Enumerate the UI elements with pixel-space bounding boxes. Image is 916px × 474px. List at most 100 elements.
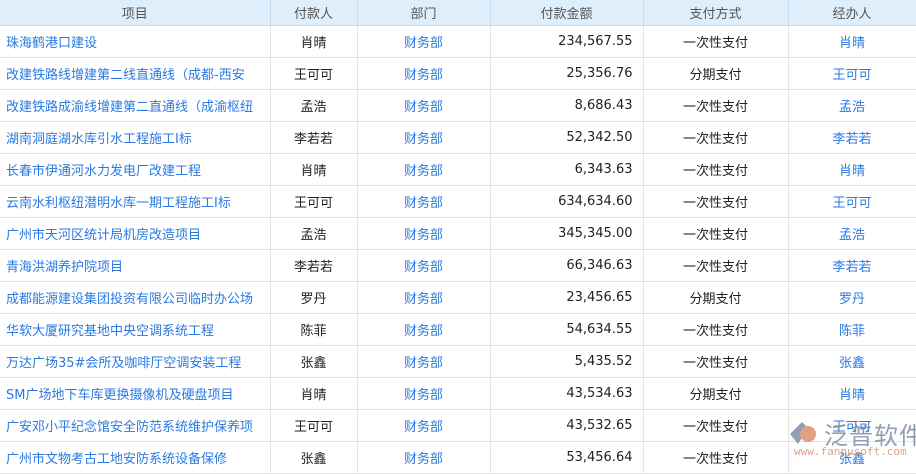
payer: 张鑫 xyxy=(270,345,358,378)
amount: 8,686.43 xyxy=(490,89,644,122)
project-link[interactable]: 万达广场35#会所及咖啡厅空调安装工程 xyxy=(0,345,271,378)
table-row[interactable]: 青海洪湖养护院项目 李若若 财务部 66,346.63 一次性支付 李若若 xyxy=(0,249,916,282)
handler-link[interactable]: 罗丹 xyxy=(788,281,916,314)
table-header: 项目 付款人 部门 付款金额 支付方式 经办人 xyxy=(0,0,916,26)
handler-link[interactable]: 李若若 xyxy=(788,121,916,154)
handler-link[interactable]: 肖晴 xyxy=(788,377,916,410)
payer: 王可可 xyxy=(270,57,358,90)
payment-method: 一次性支付 xyxy=(643,217,789,250)
payer: 孟浩 xyxy=(270,89,358,122)
department-link[interactable]: 财务部 xyxy=(357,57,491,90)
payment-method: 分期支付 xyxy=(643,57,789,90)
payment-method: 一次性支付 xyxy=(643,313,789,346)
project-link[interactable]: 青海洪湖养护院项目 xyxy=(0,249,271,282)
header-department[interactable]: 部门 xyxy=(357,0,491,26)
payer: 王可可 xyxy=(270,409,358,442)
amount: 234,567.55 xyxy=(490,25,644,58)
amount: 66,346.63 xyxy=(490,249,644,282)
handler-link[interactable]: 孟浩 xyxy=(788,217,916,250)
table-row[interactable]: 长春市伊通河水力发电厂改建工程 肖晴 财务部 6,343.63 一次性支付 肖晴 xyxy=(0,153,916,186)
table-row[interactable]: 广州市文物考古工地安防系统设备保修 张鑫 财务部 53,456.64 一次性支付 张鑫 xyxy=(0,441,916,474)
amount: 345,345.00 xyxy=(490,217,644,250)
handler-link[interactable]: 陈菲 xyxy=(788,313,916,346)
table-row[interactable]: SM广场地下车库更换摄像机及硬盘项目 肖晴 财务部 43,534.63 分期支付 肖晴 xyxy=(0,377,916,410)
department-link[interactable]: 财务部 xyxy=(357,281,491,314)
project-link[interactable]: 湖南洞庭湖水库引水工程施工I标 xyxy=(0,121,271,154)
department-link[interactable]: 财务部 xyxy=(357,121,491,154)
project-link[interactable]: 华软大厦研究基地中央空调系统工程 xyxy=(0,313,271,346)
project-link[interactable]: 成都能源建设集团投资有限公司临时办公场 xyxy=(0,281,271,314)
handler-link[interactable]: 王可可 xyxy=(788,185,916,218)
payment-method: 一次性支付 xyxy=(643,441,789,474)
table-row[interactable]: 云南水利枢纽潜明水库一期工程施工I标 王可可 财务部 634,634.60 一次性支付王… xyxy=(0,185,916,218)
header-amount[interactable]: 付款金额 xyxy=(490,0,644,26)
table-row[interactable]: 改建铁路成渝线增建第二直通线（成渝枢纽 孟浩 财务部 8,686.43 一次性支付 孟浩 xyxy=(0,89,916,122)
amount: 52,342.50 xyxy=(490,121,644,154)
payer: 王可可 xyxy=(270,185,358,218)
payment-method: 一次性支付 xyxy=(643,153,789,186)
payer: 李若若 xyxy=(270,249,358,282)
department-link[interactable]: 财务部 xyxy=(357,217,491,250)
department-link[interactable]: 财务部 xyxy=(357,153,491,186)
amount: 5,435.52 xyxy=(490,345,644,378)
department-link[interactable]: 财务部 xyxy=(357,185,491,218)
table-row[interactable]: 广州市天河区统计局机房改造项目 孟浩 财务部 345,345.00 一次性支付 孟浩 xyxy=(0,217,916,250)
header-handler[interactable]: 经办人 xyxy=(788,0,916,26)
amount: 634,634.60 xyxy=(490,185,644,218)
payment-method: 分期支付 xyxy=(643,281,789,314)
payer: 陈菲 xyxy=(270,313,358,346)
handler-link[interactable]: 张鑫 xyxy=(788,345,916,378)
handler-link[interactable]: 肖晴 xyxy=(788,25,916,58)
handler-link[interactable]: 王可可 xyxy=(788,409,916,442)
project-link[interactable]: 云南水利枢纽潜明水库一期工程施工I标 xyxy=(0,185,271,218)
payer: 李若若 xyxy=(270,121,358,154)
payer: 肖晴 xyxy=(270,153,358,186)
handler-link[interactable]: 肖晴 xyxy=(788,153,916,186)
payment-method: 一次性支付 xyxy=(643,25,789,58)
project-link[interactable]: 珠海鹤港口建设 xyxy=(0,25,271,58)
table-row[interactable]: 湖南洞庭湖水库引水工程施工I标 李若若 财务部 52,342.50 一次性支付 李若若 xyxy=(0,121,916,154)
payer: 孟浩 xyxy=(270,217,358,250)
payer: 肖晴 xyxy=(270,377,358,410)
handler-link[interactable]: 张鑫 xyxy=(788,441,916,474)
department-link[interactable]: 财务部 xyxy=(357,409,491,442)
payment-method: 一次性支付 xyxy=(643,249,789,282)
project-link[interactable]: 广安邓小平纪念馆安全防范系统维护保养项 xyxy=(0,409,271,442)
payment-table: 项目 付款人 部门 付款金额 支付方式 经办人 珠海鹤港口建设 肖晴 财务部 234,… xyxy=(0,0,916,474)
department-link[interactable]: 财务部 xyxy=(357,313,491,346)
amount: 23,456.65 xyxy=(490,281,644,314)
amount: 43,534.63 xyxy=(490,377,644,410)
department-link[interactable]: 财务部 xyxy=(357,441,491,474)
project-link[interactable]: 广州市天河区统计局机房改造项目 xyxy=(0,217,271,250)
table-row[interactable]: 珠海鹤港口建设 肖晴 财务部 234,567.55 一次性支付 肖晴 xyxy=(0,25,916,58)
table-row[interactable]: 成都能源建设集团投资有限公司临时办公场 罗丹 财务部 23,456.65 分期支付 罗丹 xyxy=(0,281,916,314)
project-link[interactable]: 长春市伊通河水力发电厂改建工程 xyxy=(0,153,271,186)
payment-method: 一次性支付 xyxy=(643,185,789,218)
table-row[interactable]: 改建铁路线增建第二线直通线（成都-西安 王可可 财务部 25,356.76 分期支付 王可… xyxy=(0,57,916,90)
project-link[interactable]: SM广场地下车库更换摄像机及硬盘项目 xyxy=(0,377,271,410)
department-link[interactable]: 财务部 xyxy=(357,377,491,410)
payer: 肖晴 xyxy=(270,25,358,58)
payment-method: 一次性支付 xyxy=(643,89,789,122)
header-payer[interactable]: 付款人 xyxy=(270,0,358,26)
table-row[interactable]: 华软大厦研究基地中央空调系统工程 陈菲 财务部 54,634.55 一次性支付 陈菲 xyxy=(0,313,916,346)
department-link[interactable]: 财务部 xyxy=(357,89,491,122)
project-link[interactable]: 改建铁路线增建第二线直通线（成都-西安 xyxy=(0,57,271,90)
department-link[interactable]: 财务部 xyxy=(357,249,491,282)
payment-method: 一次性支付 xyxy=(643,345,789,378)
table-row[interactable]: 广安邓小平纪念馆安全防范系统维护保养项 王可可 财务部 43,532.65 一次性支付王… xyxy=(0,409,916,442)
amount: 25,356.76 xyxy=(490,57,644,90)
amount: 6,343.63 xyxy=(490,153,644,186)
payer: 罗丹 xyxy=(270,281,358,314)
project-link[interactable]: 改建铁路成渝线增建第二直通线（成渝枢纽 xyxy=(0,89,271,122)
handler-link[interactable]: 李若若 xyxy=(788,249,916,282)
table-row[interactable]: 万达广场35#会所及咖啡厅空调安装工程 张鑫 财务部 5,435.52 一次性支付 张鑫 xyxy=(0,345,916,378)
payer: 张鑫 xyxy=(270,441,358,474)
department-link[interactable]: 财务部 xyxy=(357,345,491,378)
project-link[interactable]: 广州市文物考古工地安防系统设备保修 xyxy=(0,441,271,474)
header-payment-method[interactable]: 支付方式 xyxy=(643,0,789,26)
header-project[interactable]: 项目 xyxy=(0,0,271,26)
department-link[interactable]: 财务部 xyxy=(357,25,491,58)
handler-link[interactable]: 王可可 xyxy=(788,57,916,90)
handler-link[interactable]: 孟浩 xyxy=(788,89,916,122)
